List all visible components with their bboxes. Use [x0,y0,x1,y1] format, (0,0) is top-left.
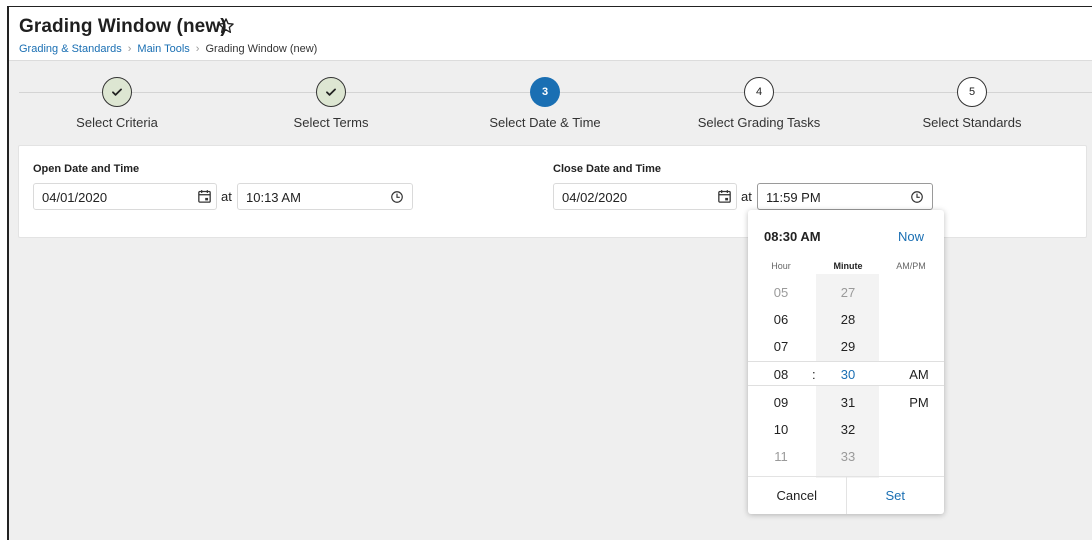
minute-option-selected[interactable]: 30 [823,367,873,382]
step-complete-circle [316,77,346,107]
step-label: Select Terms [293,115,369,130]
step-complete-circle [102,77,132,107]
close-time-input[interactable]: 11:59 PM [757,183,933,210]
hour-option[interactable]: 07 [756,339,806,354]
step-select-standards[interactable]: 5 Select Standards [872,77,1072,130]
picker-footer: Cancel Set [748,476,944,514]
chevron-right-icon: › [195,43,200,55]
picker-current-time: 08:30 AM [764,229,821,244]
step-number-circle: 5 [957,77,987,107]
breadcrumb: Grading & Standards › Main Tools › Gradi… [19,43,317,55]
open-date-time-label: Open Date and Time [33,163,140,175]
close-date-input[interactable]: 04/02/2020 [553,183,737,210]
minute-option[interactable]: 29 [823,339,873,354]
set-button[interactable]: Set [847,477,945,514]
step-number-circle: 4 [744,77,774,107]
wizard-stepper: Select Criteria Select Terms 3 Select Da… [9,61,1092,145]
step-label: Select Standards [922,115,1022,130]
hour-option-selected[interactable]: 08 [756,367,806,382]
ampm-column-header: AM/PM [896,261,926,271]
time-separator: : [812,367,816,382]
close-date-time-label: Close Date and Time [553,163,661,175]
minute-option[interactable]: 31 [823,395,873,410]
breadcrumb-current: Grading Window (new) [205,43,318,55]
breadcrumb-link-main-tools[interactable]: Main Tools [137,43,189,55]
clock-icon[interactable] [910,190,924,204]
close-time-value: 11:59 PM [766,190,821,205]
chevron-right-icon: › [127,43,132,55]
open-date-value: 04/01/2020 [42,190,108,205]
step-label: Select Date & Time [489,115,601,130]
minute-option[interactable]: 32 [823,422,873,437]
close-date-value: 04/02/2020 [562,190,628,205]
hour-option[interactable]: 05 [756,285,806,300]
cancel-button[interactable]: Cancel [748,477,847,514]
at-label: at [741,189,752,204]
page-title: Grading Window (new) [19,16,227,37]
open-time-value: 10:13 AM [246,190,301,205]
minute-option[interactable]: 28 [823,312,873,327]
pm-option[interactable]: PM [894,395,944,410]
hour-option[interactable]: 10 [756,422,806,437]
app-frame: Grading Window (new) Grading & Standards… [7,6,1092,540]
step-select-criteria[interactable]: Select Criteria [17,77,217,130]
step-select-date-time[interactable]: 3 Select Date & Time [445,77,645,130]
clock-icon[interactable] [390,190,404,204]
step-label: Select Grading Tasks [697,115,821,130]
now-button[interactable]: Now [898,229,924,244]
time-picker-popup: 08:30 AM Now Hour Minute AM/PM 05 06 07 … [748,210,944,514]
star-icon[interactable] [216,16,236,36]
hour-option[interactable]: 06 [756,312,806,327]
minute-option[interactable]: 33 [823,449,873,464]
hour-option[interactable]: 11 [756,449,806,464]
checkmark-icon [326,88,336,96]
step-select-grading-tasks[interactable]: 4 Select Grading Tasks [659,77,859,130]
page-header: Grading Window (new) Grading & Standards… [9,7,1092,61]
hour-column-header: Hour [771,261,791,271]
hour-option[interactable]: 09 [756,395,806,410]
open-time-input[interactable]: 10:13 AM [237,183,413,210]
at-label: at [221,189,232,204]
calendar-icon[interactable] [196,188,213,205]
step-number-circle: 3 [530,77,560,107]
open-date-input[interactable]: 04/01/2020 [33,183,217,210]
breadcrumb-link-grading-standards[interactable]: Grading & Standards [19,43,122,55]
checkmark-icon [112,88,122,96]
calendar-icon[interactable] [716,188,733,205]
minute-column-header: Minute [833,261,863,271]
minute-option[interactable]: 27 [823,285,873,300]
step-label: Select Criteria [76,115,158,130]
step-select-terms[interactable]: Select Terms [231,77,431,130]
am-option[interactable]: AM [894,367,944,382]
